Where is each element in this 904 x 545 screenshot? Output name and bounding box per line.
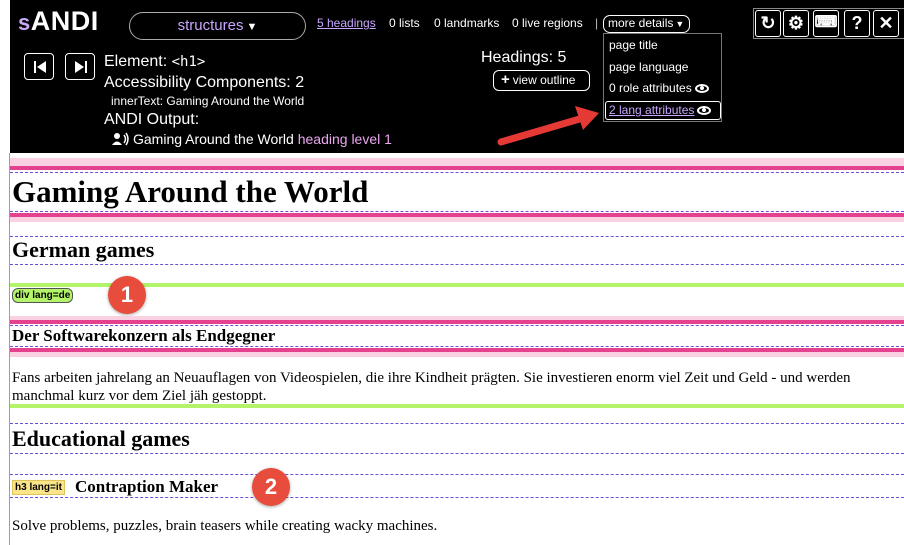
heading-softwarekonzern: Der Softwarekonzern als Endgegner — [12, 326, 276, 345]
settings-button[interactable]: ⚙ — [783, 10, 809, 37]
accessibility-components: Accessibility Components: 2 — [104, 74, 305, 91]
headings-link[interactable]: 5 headings — [317, 16, 376, 30]
keyboard-icon: ⌨ — [814, 14, 838, 31]
gear-icon: ⚙ — [787, 13, 805, 33]
h2-educational-outline-bottom — [10, 453, 904, 454]
h1-outline-top — [10, 172, 904, 173]
speaker-icon — [112, 132, 129, 146]
andi-output: Gaming Around the World heading level 1 — [111, 131, 392, 147]
annotation-badge-2: 2 — [252, 468, 290, 506]
element-tag: <h1> — [171, 54, 206, 70]
chevron-down-icon: ▼ — [675, 19, 685, 29]
close-icon: ✕ — [878, 13, 894, 33]
h1-outline-bottom — [10, 211, 904, 212]
help-icon: ? — [851, 13, 863, 33]
live-regions-count[interactable]: 0 live regions — [512, 16, 583, 30]
h3-contraption-outline-bottom — [10, 497, 904, 498]
h1-highlight-line — [10, 166, 904, 170]
page-heading-h1: Gaming Around the World — [12, 174, 369, 209]
h2-educational-outline-top — [10, 423, 904, 424]
paragraph-contraption: Solve problems, puzzles, brain teasers w… — [12, 518, 438, 534]
eye-icon — [694, 84, 709, 94]
close-button[interactable]: ✕ — [873, 10, 899, 37]
help-button[interactable]: ? — [844, 10, 870, 37]
lang-de-highlight-bottom — [10, 404, 904, 408]
plus-icon: + — [501, 71, 510, 88]
h3-outline-bottom — [10, 346, 904, 347]
andi-toolbar: sANDI structures ▼ 5 headings 0 lists 0 l… — [10, 0, 904, 153]
heading-contraption-maker: Contraption Maker — [75, 477, 219, 496]
h1-highlight-bottom — [10, 217, 904, 222]
heading-german-games: German games — [12, 237, 155, 262]
refresh-icon: ↻ — [760, 13, 776, 33]
annotation-badge-1: 1 — [108, 276, 146, 314]
red-arrow-annotation — [497, 106, 599, 146]
landmarks-count[interactable]: 0 landmarks — [434, 16, 499, 30]
skip-previous-icon — [34, 61, 46, 73]
output-text: Gaming Around the World — [133, 131, 294, 147]
view-outline-button[interactable]: + view outline — [493, 70, 590, 91]
menu-item-role-attributes[interactable]: 0 role attributes — [609, 81, 709, 95]
keyboard-button[interactable]: ⌨ — [813, 10, 839, 37]
h3-highlight-line — [10, 320, 904, 324]
menu-item-page-language[interactable]: page language — [609, 60, 688, 74]
eye-icon — [697, 106, 712, 116]
next-element-button[interactable] — [65, 53, 95, 80]
h3-contraption-outline-top — [10, 474, 904, 475]
h3-lang-it-tag[interactable]: h3 lang=it — [12, 480, 65, 495]
headings-count: Headings: 5 — [481, 49, 567, 66]
menu-item-lang-attributes[interactable]: 2 lang attributes — [605, 101, 721, 120]
andi-output-label: ANDI Output: — [104, 111, 200, 128]
nav-separator: | — [595, 16, 599, 30]
chevron-down-icon: ▼ — [246, 21, 258, 33]
previous-element-button[interactable] — [24, 53, 54, 80]
andi-logo: sANDI — [18, 6, 99, 36]
div-lang-de-tag[interactable]: div lang=de — [12, 288, 74, 303]
output-heading-level: heading level 1 — [297, 131, 392, 147]
paragraph-german: Fans arbeiten jahrelang an Neuauflagen v… — [12, 370, 851, 404]
skip-next-icon — [75, 61, 87, 73]
heading-educational-games: Educational games — [12, 426, 190, 451]
menu-item-page-title[interactable]: page title — [609, 38, 658, 52]
inner-text: innerText: Gaming Around the World — [111, 94, 305, 108]
element-info: Element: <h1> — [104, 53, 206, 70]
lists-count[interactable]: 0 lists — [389, 16, 420, 30]
more-details-menu: page title page language 0 role attribut… — [603, 33, 722, 122]
h1-highlight-top — [10, 158, 904, 166]
refresh-button[interactable]: ↻ — [755, 10, 781, 37]
structures-mode-select[interactable]: structures ▼ — [129, 12, 306, 40]
h2-german-outline-bottom — [10, 264, 904, 265]
h3-highlight-bottom — [10, 352, 904, 357]
more-details-button[interactable]: more details ▼ — [603, 15, 690, 33]
